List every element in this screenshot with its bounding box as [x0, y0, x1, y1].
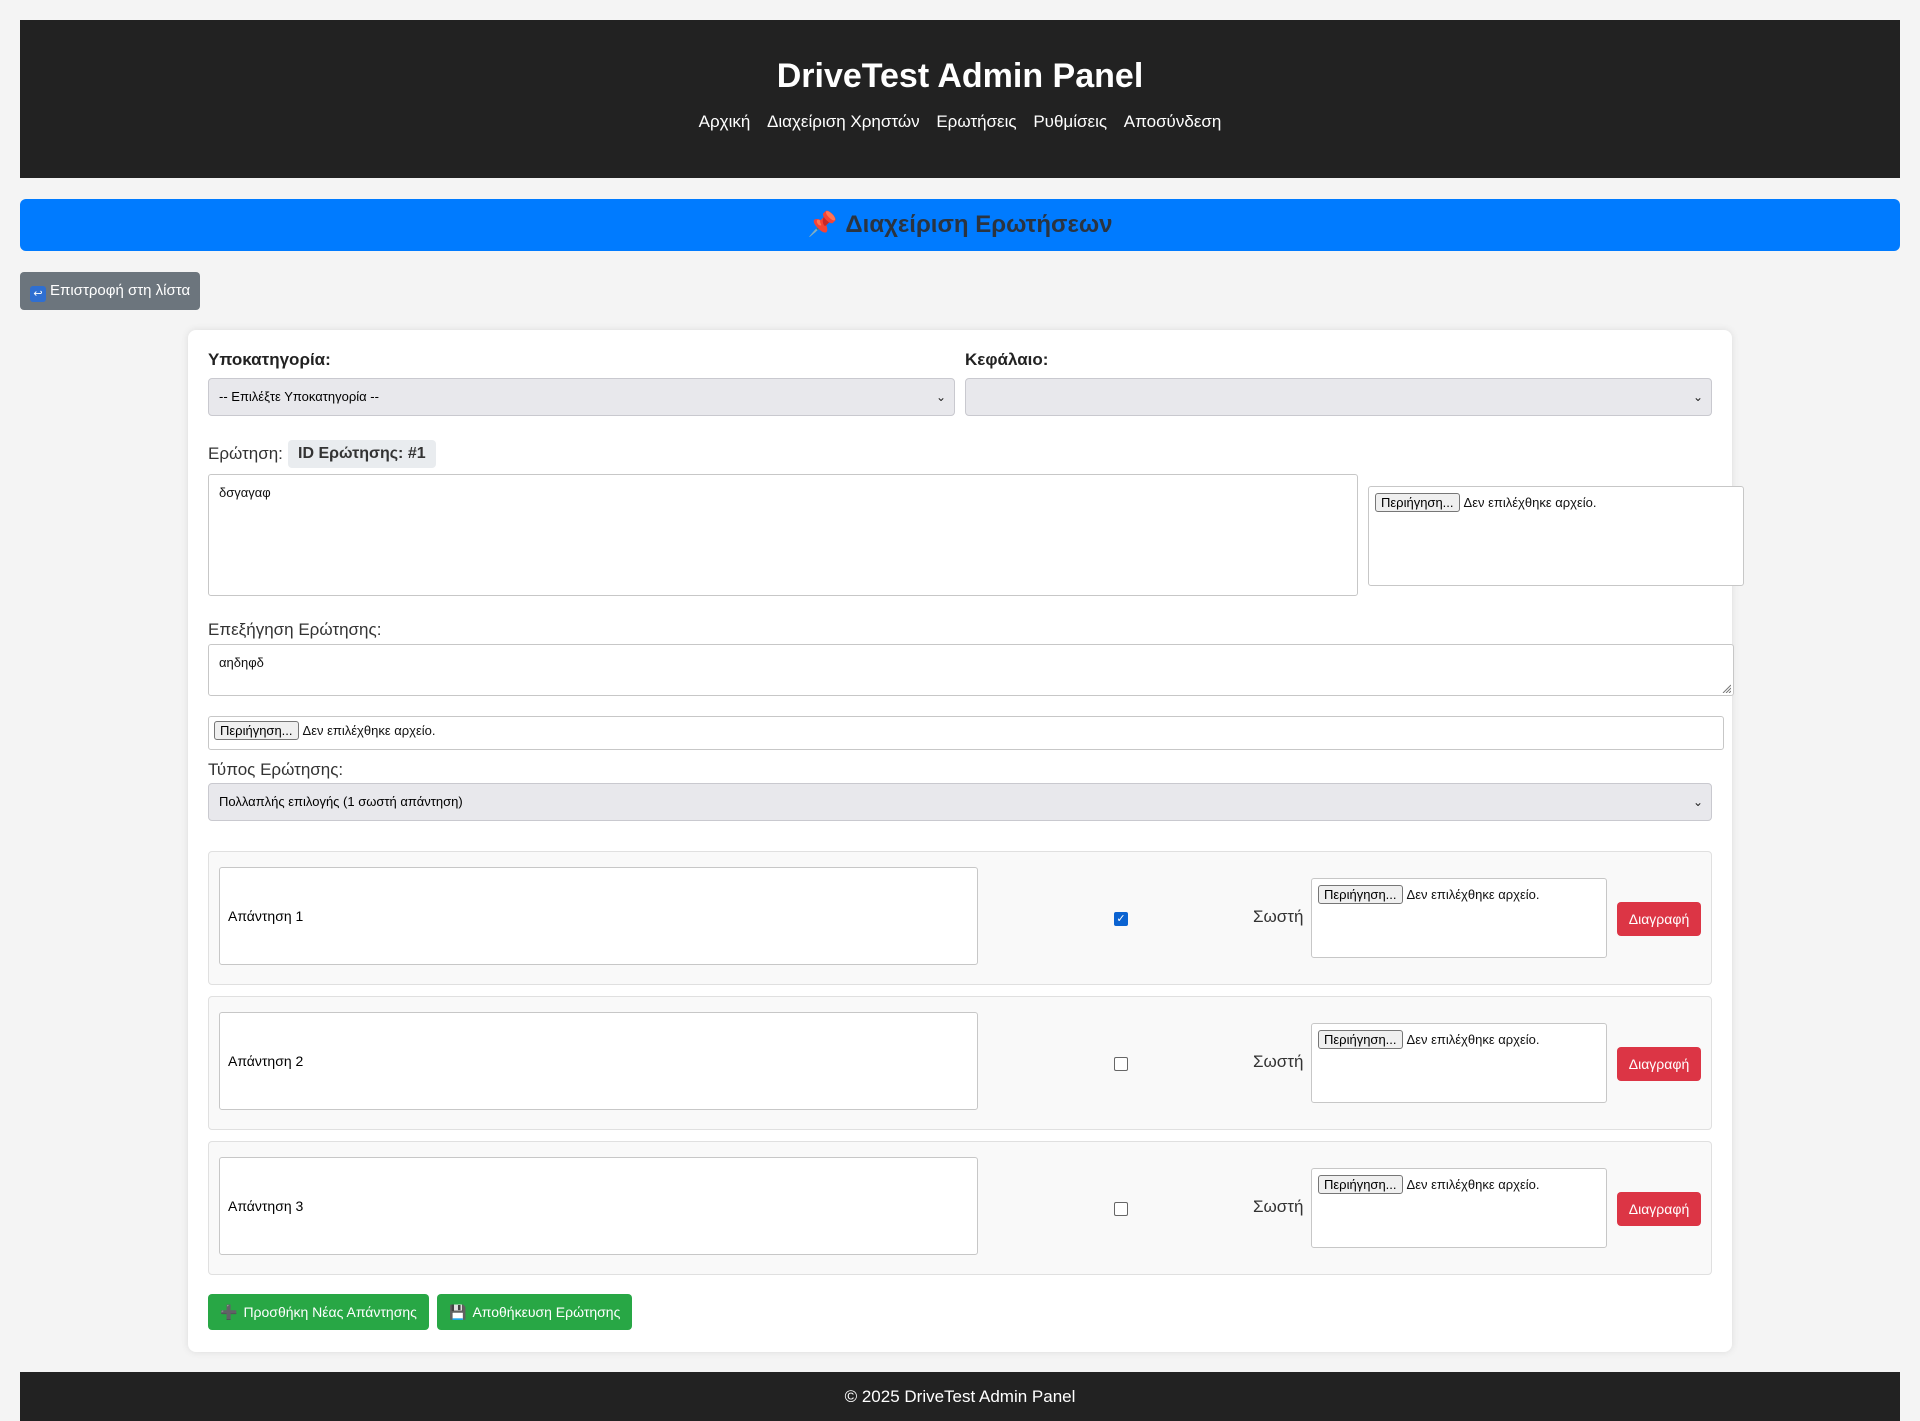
- chevron-down-icon: ⌄: [1692, 795, 1703, 809]
- correct-label: Σωστή: [1253, 907, 1304, 926]
- browse-button[interactable]: Περιήγηση...: [1318, 885, 1403, 904]
- pushpin-icon: 📌: [807, 211, 838, 238]
- footer-text: © 2025 DriveTest Admin Panel: [844, 1387, 1076, 1406]
- answer-input[interactable]: Απάντηση 2: [219, 1012, 978, 1110]
- browse-button[interactable]: Περιήγηση...: [1375, 493, 1460, 512]
- question-image-upload[interactable]: Περιήγηση... Δεν επιλέχθηκε αρχείο.: [1368, 486, 1744, 586]
- subcategory-select[interactable]: -- Επιλέξτε Υποκατηγορία -- ⌄: [208, 378, 955, 416]
- answer-text: Απάντηση 3: [228, 1198, 304, 1214]
- question-type-select[interactable]: Πολλαπλής επιλογής (1 σωστή απάντηση) ⌄: [208, 783, 1712, 821]
- answer-image-upload[interactable]: Περιήγηση... Δεν επιλέχθηκε αρχείο.: [1311, 1168, 1607, 1248]
- section-banner: 📌 Διαχείριση Ερωτήσεων: [20, 199, 1900, 251]
- subcategory-selected: -- Επιλέξτε Υποκατηγορία --: [219, 389, 379, 404]
- correct-checkbox[interactable]: [1114, 1057, 1128, 1071]
- main-nav: Αρχική Διαχείριση Χρηστών Ερωτήσεις Ρυθμ…: [20, 112, 1900, 132]
- delete-answer-button[interactable]: Διαγραφή: [1617, 902, 1701, 936]
- explanation-label: Επεξήγηση Ερώτησης:: [208, 620, 382, 639]
- nav-questions[interactable]: Ερωτήσεις: [936, 112, 1016, 131]
- nav-home[interactable]: Αρχική: [699, 112, 751, 131]
- plus-icon: ➕: [220, 1304, 238, 1320]
- question-text: δσγαγαφ: [219, 485, 271, 500]
- chevron-down-icon: ⌄: [1692, 390, 1703, 404]
- question-form-card: Υποκατηγορία: -- Επιλέξτε Υποκατηγορία -…: [188, 330, 1744, 1352]
- answer-image-upload[interactable]: Περιήγηση... Δεν επιλέχθηκε αρχείο.: [1311, 1023, 1607, 1103]
- file-status: Δεν επιλέχθηκε αρχείο.: [1406, 1177, 1540, 1192]
- explanation-image-upload[interactable]: Περιήγηση... Δεν επιλέχθηκε αρχείο.: [208, 716, 1724, 750]
- chevron-down-icon: ⌄: [935, 390, 946, 404]
- page-header: DriveTest Admin Panel Αρχική Διαχείριση …: [20, 20, 1900, 178]
- correct-checkbox[interactable]: [1114, 1202, 1128, 1216]
- add-answer-label: Προσθήκη Νέας Απάντησης: [243, 1304, 417, 1320]
- back-button-label: Επιστροφή στη λίστα: [50, 282, 191, 299]
- browse-button[interactable]: Περιήγηση...: [214, 721, 299, 740]
- answer-row: Απάντηση 1 ✓ Σωστή Περιήγηση... Δεν επιλέ…: [208, 851, 1712, 985]
- explanation-textarea[interactable]: αηδηφδ: [208, 644, 1734, 696]
- correct-checkbox[interactable]: ✓: [1114, 912, 1128, 926]
- file-status: Δεν επιλέχθηκε αρχείο.: [1406, 1032, 1540, 1047]
- answer-image-upload[interactable]: Περιήγηση... Δεν επιλέχθηκε αρχείο.: [1311, 878, 1607, 958]
- answer-text: Απάντηση 2: [228, 1053, 304, 1069]
- answer-row: Απάντηση 2 Σωστή Περιήγηση... Δεν επιλέχθ…: [208, 996, 1712, 1130]
- answer-text: Απάντηση 1: [228, 908, 304, 924]
- file-status: Δεν επιλέχθηκε αρχείο.: [1463, 495, 1597, 510]
- nav-users[interactable]: Διαχείριση Χρηστών: [767, 112, 920, 131]
- question-textarea[interactable]: δσγαγαφ: [208, 474, 1358, 596]
- question-id-badge: ID Ερώτησης: #1: [288, 440, 436, 468]
- save-question-button[interactable]: 💾 Αποθήκευση Ερώτησης: [437, 1294, 633, 1330]
- answer-row: Απάντηση 3 Σωστή Περιήγηση... Δεν επιλέχθ…: [208, 1141, 1712, 1275]
- subcategory-label: Υποκατηγορία:: [208, 350, 331, 369]
- correct-label: Σωστή: [1253, 1197, 1304, 1216]
- chapter-label: Κεφάλαιο:: [965, 350, 1049, 369]
- resize-handle-icon[interactable]: [1721, 683, 1731, 693]
- site-title: DriveTest Admin Panel: [776, 57, 1144, 95]
- correct-label: Σωστή: [1253, 1052, 1304, 1071]
- return-arrow-icon: ↩: [30, 286, 46, 302]
- nav-settings[interactable]: Ρυθμίσεις: [1033, 112, 1107, 131]
- file-status: Δεν επιλέχθηκε αρχείο.: [302, 723, 436, 738]
- section-title: Διαχείριση Ερωτήσεων: [845, 211, 1113, 238]
- back-to-list-button[interactable]: ↩ Επιστροφή στη λίστα: [20, 272, 201, 310]
- answer-input[interactable]: Απάντηση 1: [219, 867, 978, 965]
- nav-logout[interactable]: Αποσύνδεση: [1124, 112, 1222, 131]
- add-answer-button[interactable]: ➕ Προσθήκη Νέας Απάντησης: [208, 1294, 429, 1330]
- file-status: Δεν επιλέχθηκε αρχείο.: [1406, 887, 1540, 902]
- browse-button[interactable]: Περιήγηση...: [1318, 1175, 1403, 1194]
- question-label: Ερώτηση:: [208, 444, 283, 463]
- browse-button[interactable]: Περιήγηση...: [1318, 1030, 1403, 1049]
- question-type-label: Τύπος Ερώτησης:: [208, 760, 344, 779]
- delete-answer-button[interactable]: Διαγραφή: [1617, 1192, 1701, 1226]
- chapter-select[interactable]: ⌄: [965, 378, 1712, 416]
- question-type-selected: Πολλαπλής επιλογής (1 σωστή απάντηση): [219, 794, 463, 809]
- delete-answer-button[interactable]: Διαγραφή: [1617, 1047, 1701, 1081]
- page-footer: © 2025 DriveTest Admin Panel: [20, 1372, 1900, 1421]
- explanation-text: αηδηφδ: [219, 655, 264, 670]
- save-question-label: Αποθήκευση Ερώτησης: [472, 1304, 621, 1320]
- floppy-disk-icon: 💾: [449, 1304, 467, 1320]
- answer-input[interactable]: Απάντηση 3: [219, 1157, 978, 1255]
